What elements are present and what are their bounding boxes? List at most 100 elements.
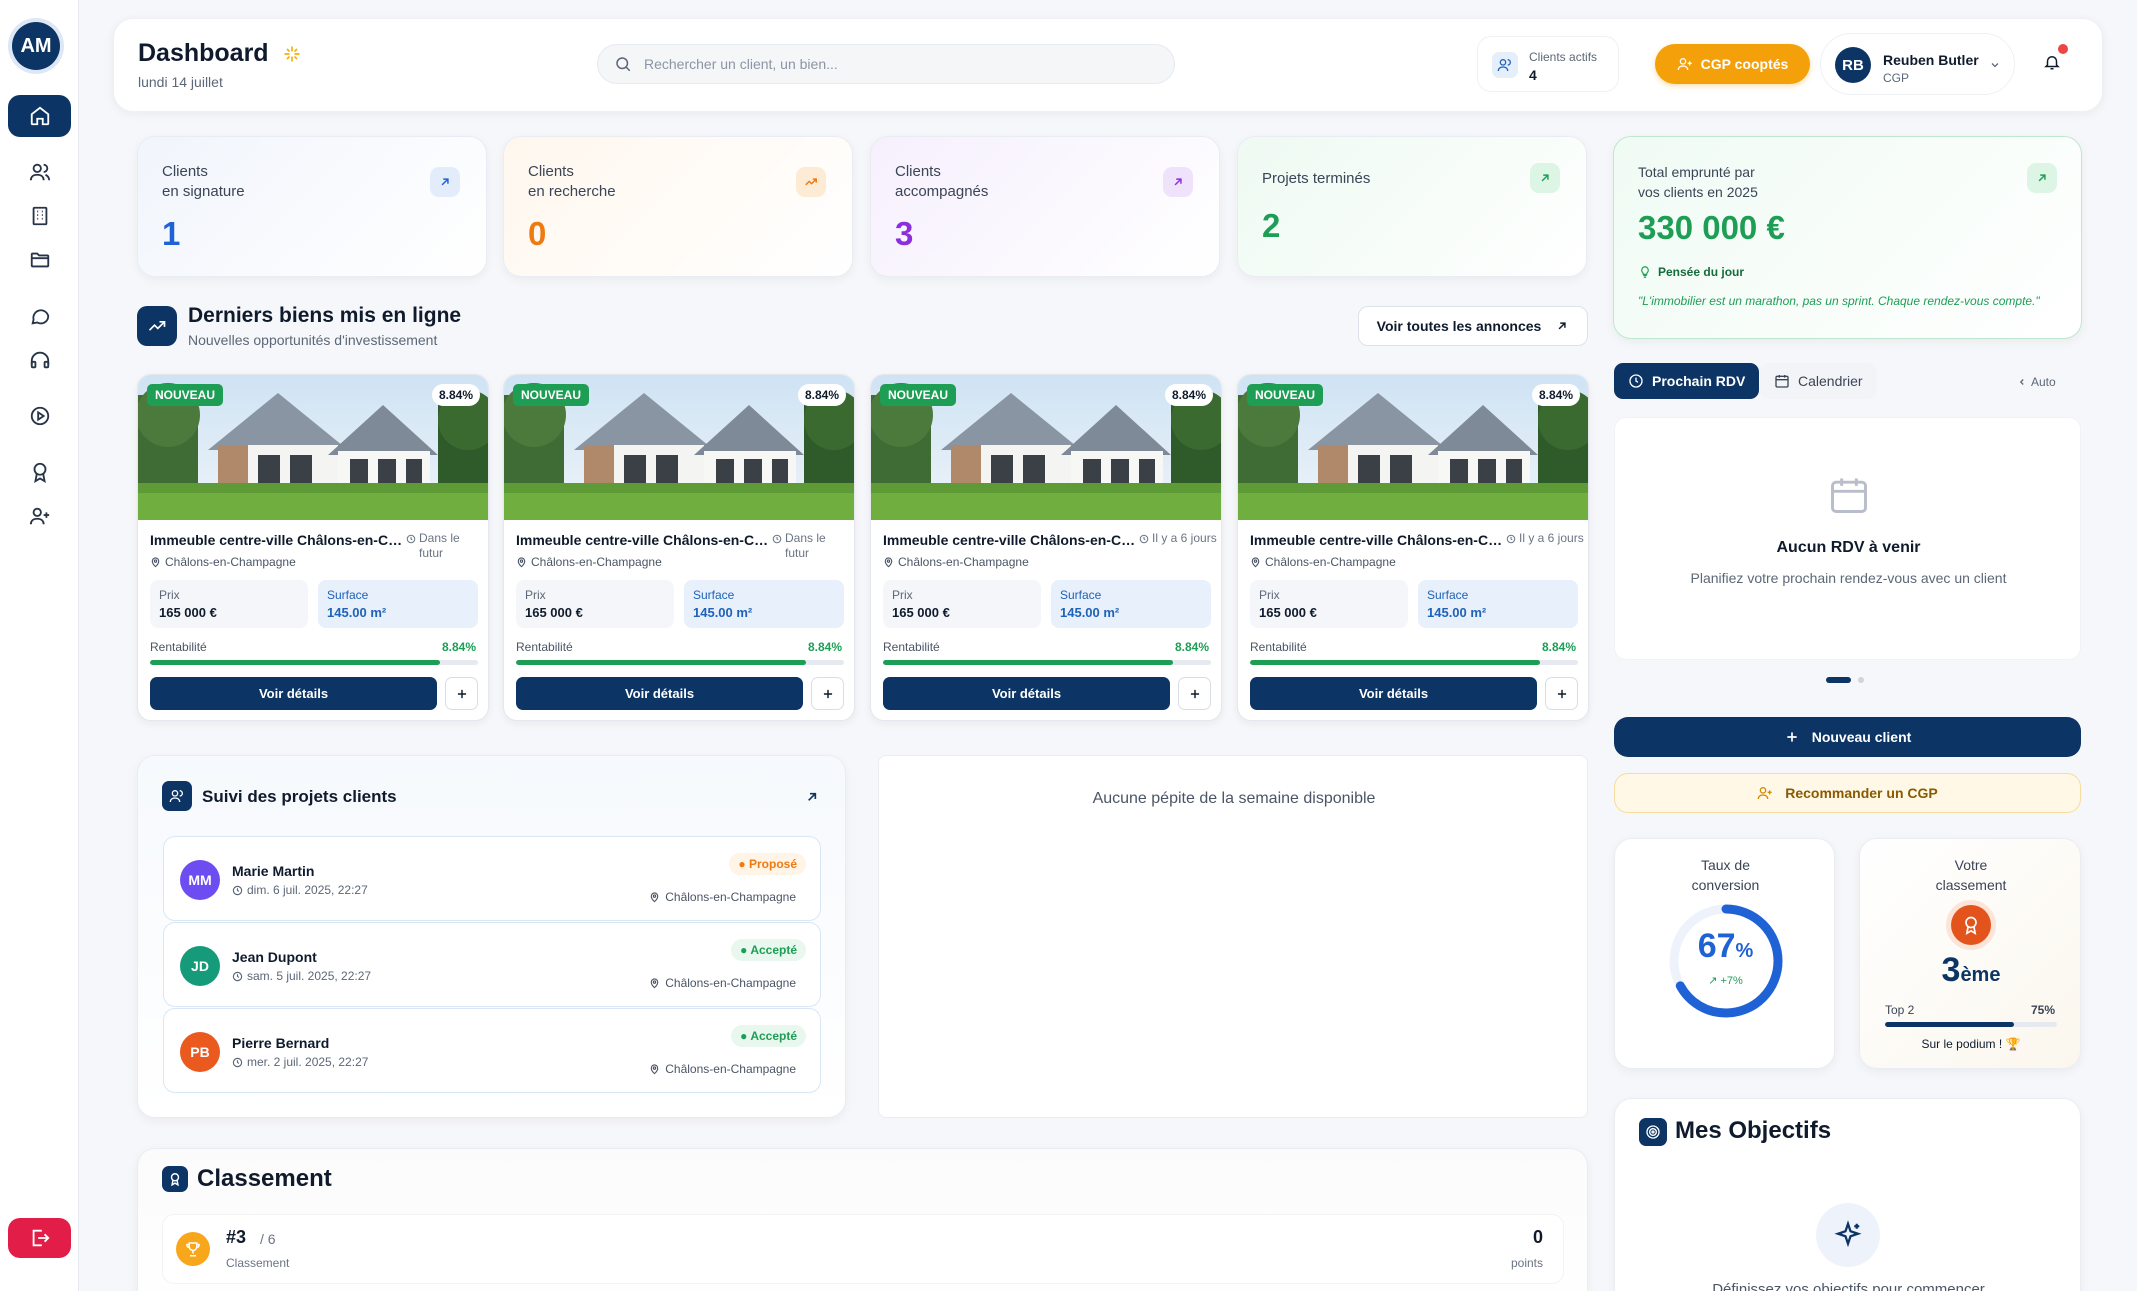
status-badge: ● Accepté — [731, 1025, 806, 1047]
nav-videos-button[interactable] — [16, 399, 64, 433]
tab-next-appointment[interactable]: Prochain RDV — [1614, 363, 1760, 399]
yield-badge: 8.84% — [1531, 384, 1580, 406]
yield-badge: 8.84% — [431, 384, 480, 406]
plus-icon — [1190, 689, 1199, 698]
listing-card[interactable]: NOUVEAU 8.84% Immeuble centre-ville Châl… — [1237, 374, 1589, 721]
stat-card-recherche[interactable]: Clients en recherche 0 — [503, 136, 853, 277]
recommend-cgp-button[interactable]: Recommander un CGP — [1614, 773, 2081, 813]
total-borrowed-card: Total emprunté par vos clients en 2025 3… — [1613, 136, 2082, 339]
tab-calendar[interactable]: Calendrier — [1760, 363, 1877, 399]
auto-toggle[interactable]: Auto — [2017, 375, 2056, 389]
stat-label: Projets terminés — [1262, 170, 1371, 187]
search-input[interactable] — [644, 45, 1164, 83]
view-details-button[interactable]: Voir détails — [883, 677, 1170, 710]
surface-label: Surface — [1427, 588, 1469, 602]
target-icon — [1639, 1118, 1667, 1146]
user-menu[interactable]: RB Reuben Butler CGP — [1820, 33, 2015, 95]
view-details-button[interactable]: Voir détails — [150, 677, 437, 710]
add-button[interactable] — [811, 677, 844, 710]
stat-label: Clients en recherche — [528, 163, 616, 200]
cgp-button-label: CGP cooptés — [1700, 56, 1789, 72]
arrow-up-right-icon — [430, 167, 460, 197]
logout-button[interactable] — [8, 1218, 71, 1258]
nav-home-button[interactable] — [8, 95, 71, 137]
client-avatar: PB — [180, 1032, 220, 1072]
carousel-dot-active[interactable] — [1826, 677, 1851, 683]
new-badge: NOUVEAU — [513, 384, 590, 406]
project-row[interactable]: PB Pierre Bernard mer. 2 juil. 2025, 22:… — [163, 1008, 821, 1093]
plus-icon — [1557, 689, 1566, 698]
users-icon — [29, 163, 51, 181]
see-all-label: Voir toutes les annonces — [1376, 318, 1542, 334]
new-badge: NOUVEAU — [880, 384, 957, 406]
nav-buildings-button[interactable] — [16, 199, 64, 233]
listing-title[interactable]: Immeuble centre-ville Châlons-en-Champag… — [883, 532, 1138, 548]
listing-date: Il y a 6 jours — [1139, 531, 1219, 546]
price-value: 165 000 € — [892, 605, 950, 620]
listing-card[interactable]: NOUVEAU 8.84% Immeuble centre-ville Châl… — [870, 374, 1222, 721]
nav-clients-button[interactable] — [16, 155, 64, 189]
new-badge: NOUVEAU — [1247, 384, 1324, 406]
objectives-card: Mes Objectifs Définissez vos objectifs p… — [1614, 1098, 2081, 1291]
yield-value: 8.84% — [1174, 640, 1209, 654]
nav-support-button[interactable] — [16, 343, 64, 377]
award-icon — [162, 1166, 188, 1192]
your-ranking-card: Votre classement 3ème Top 2 75% Sur le p… — [1859, 838, 2081, 1069]
clock-icon — [232, 1057, 243, 1067]
listing-title[interactable]: Immeuble centre-ville Châlons-en-Champag… — [1250, 532, 1505, 548]
view-details-button[interactable]: Voir détails — [1250, 677, 1537, 710]
conversion-value: 67 — [1697, 927, 1736, 965]
active-clients-label: Clients actifs — [1529, 50, 1598, 64]
clock-icon — [232, 885, 243, 895]
ranking-row: #3 / 6 Classement 0 points — [162, 1214, 1564, 1284]
listing-card[interactable]: NOUVEAU 8.84% Immeuble centre-ville Châl… — [137, 374, 489, 721]
stat-card-termines[interactable]: Projets terminés 2 — [1237, 136, 1587, 277]
nav-awards-button[interactable] — [16, 455, 64, 489]
page-title: Dashboard — [138, 39, 302, 68]
price-box: Prix 165 000 € — [150, 580, 308, 628]
stat-card-signature[interactable]: Clients en signature 1 — [137, 136, 487, 277]
cgp-cooptes-button[interactable]: CGP cooptés — [1655, 44, 1810, 84]
listing-location: Châlons-en-Champagne — [150, 555, 296, 569]
listing-card[interactable]: NOUVEAU 8.84% Immeuble centre-ville Châl… — [503, 374, 855, 721]
add-button[interactable] — [445, 677, 478, 710]
new-client-label: Nouveau client — [1811, 729, 1912, 745]
listing-title[interactable]: Immeuble centre-ville Châlons-en-Champag… — [516, 532, 771, 548]
price-value: 165 000 € — [1259, 605, 1317, 620]
search-box[interactable] — [597, 44, 1175, 84]
conversion-rate-card: Taux de conversion 67% ↗ +7% — [1614, 838, 1835, 1069]
new-client-button[interactable]: Nouveau client — [1614, 717, 2081, 757]
current-date: lundi 14 juillet — [138, 74, 223, 90]
stat-card-accompagnes[interactable]: Clients accompagnés 3 — [870, 136, 1220, 277]
project-row[interactable]: JD Jean Dupont sam. 5 juil. 2025, 22:27 … — [163, 922, 821, 1007]
surface-label: Surface — [693, 588, 735, 602]
add-button[interactable] — [1545, 677, 1578, 710]
notifications-button[interactable] — [2043, 44, 2068, 71]
see-all-listings-button[interactable]: Voir toutes les annonces — [1358, 306, 1588, 346]
nav-add-user-button[interactable] — [16, 499, 64, 533]
carousel-dot[interactable] — [1858, 677, 1864, 683]
price-label: Prix — [525, 588, 546, 602]
listing-location: Châlons-en-Champagne — [883, 555, 1029, 569]
active-clients-widget[interactable]: Clients actifs 4 — [1477, 36, 1619, 92]
surface-value: 145.00 m² — [1427, 605, 1487, 620]
user-name: Reuben Butler — [1883, 52, 1979, 68]
clock-icon — [406, 534, 416, 544]
user-avatar[interactable]: AM — [12, 22, 60, 70]
project-location: Châlons-en-Champagne — [649, 1062, 796, 1076]
arrow-up-right-icon[interactable] — [804, 789, 820, 805]
medal-icon — [1951, 905, 1991, 945]
price-value: 165 000 € — [159, 605, 217, 620]
listing-title[interactable]: Immeuble centre-ville Châlons-en-Champag… — [150, 532, 405, 548]
yield-label: Rentabilité — [150, 640, 207, 654]
project-date: dim. 6 juil. 2025, 22:27 — [232, 883, 368, 897]
listing-location: Châlons-en-Champagne — [516, 555, 662, 569]
clock-icon — [1506, 534, 1516, 544]
nav-documents-button[interactable] — [16, 243, 64, 277]
project-row[interactable]: MM Marie Martin dim. 6 juil. 2025, 22:27… — [163, 836, 821, 921]
nav-messages-button[interactable] — [16, 299, 64, 333]
top-header: Dashboard lundi 14 juillet Clients actif… — [113, 18, 2103, 112]
surface-label: Surface — [1060, 588, 1102, 602]
add-button[interactable] — [1178, 677, 1211, 710]
view-details-button[interactable]: Voir détails — [516, 677, 803, 710]
